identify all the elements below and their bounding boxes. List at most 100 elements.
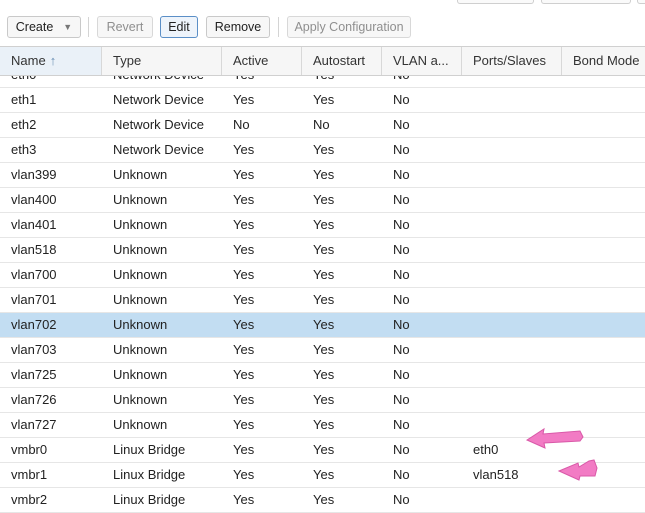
column-header-autostart[interactable]: Autostart bbox=[302, 47, 382, 75]
table-row[interactable]: vlan700 Unknown Yes Yes No bbox=[0, 263, 645, 288]
cell-bond bbox=[562, 213, 645, 237]
cell-type: Unknown bbox=[113, 242, 168, 257]
column-header-active[interactable]: Active bbox=[222, 47, 302, 75]
apply-configuration-label: Apply Configuration bbox=[294, 20, 404, 34]
cell-bond bbox=[562, 163, 645, 187]
table-row[interactable]: vlan400 Unknown Yes Yes No bbox=[0, 188, 645, 213]
cell-active: Yes bbox=[233, 142, 255, 157]
table-row[interactable]: vlan399 Unknown Yes Yes No bbox=[0, 163, 645, 188]
cell-name: vmbr0 bbox=[11, 442, 48, 457]
cell-name: vlan727 bbox=[11, 417, 57, 432]
cell-bond bbox=[562, 338, 645, 362]
cell-type: Linux Bridge bbox=[113, 492, 186, 507]
column-header-label: Type bbox=[113, 53, 142, 68]
table-row[interactable]: eth1 Network Device Yes Yes No bbox=[0, 88, 645, 113]
cell-bond bbox=[562, 188, 645, 212]
cell-active: Yes bbox=[233, 292, 255, 307]
column-header-name[interactable]: Name ↑ bbox=[0, 47, 102, 75]
revert-button[interactable]: Revert bbox=[97, 16, 153, 38]
cell-name: vlan400 bbox=[11, 192, 57, 207]
cell-ports bbox=[462, 288, 562, 312]
cell-type: Network Device bbox=[102, 76, 222, 87]
cell-ports bbox=[462, 213, 562, 237]
cell-active: Yes bbox=[233, 192, 255, 207]
cell-type: Network Device bbox=[113, 117, 205, 132]
table-row[interactable]: vlan701 Unknown Yes Yes No bbox=[0, 288, 645, 313]
top-tab-fragment bbox=[637, 0, 645, 4]
table-row[interactable]: vlan725 Unknown Yes Yes No bbox=[0, 363, 645, 388]
cell-bond bbox=[562, 138, 645, 162]
cell-bond bbox=[562, 238, 645, 262]
cell-vlan: No bbox=[393, 117, 410, 132]
revert-label: Revert bbox=[106, 20, 144, 34]
column-header-type[interactable]: Type bbox=[102, 47, 222, 75]
cell-vlan: No bbox=[393, 267, 410, 282]
cell-ports bbox=[462, 388, 562, 412]
cell-type: Network Device bbox=[113, 92, 205, 107]
cell-ports bbox=[462, 88, 562, 112]
column-header-label: Active bbox=[233, 53, 269, 68]
cell-autostart: Yes bbox=[313, 267, 335, 282]
cell-autostart: Yes bbox=[313, 392, 335, 407]
cell-autostart: Yes bbox=[313, 92, 335, 107]
toolbar: Create ▼ Revert Edit Remove Apply Configu… bbox=[0, 6, 645, 42]
cell-active: Yes bbox=[233, 217, 255, 232]
table-row[interactable]: vlan518 Unknown Yes Yes No bbox=[0, 238, 645, 263]
cell-name: vlan726 bbox=[11, 392, 57, 407]
cell-type: Unknown bbox=[113, 167, 168, 182]
cell-vlan: No bbox=[393, 467, 410, 482]
table-row[interactable]: eth2 Network Device No No No bbox=[0, 113, 645, 138]
table-row[interactable]: vmbr1 Linux Bridge Yes Yes No vlan518 bbox=[0, 463, 645, 488]
cell-active: Yes bbox=[233, 242, 255, 257]
cell-vlan: No bbox=[393, 217, 410, 232]
cell-name: vlan399 bbox=[11, 167, 57, 182]
column-header-label: Name bbox=[11, 53, 46, 68]
cell-active: No bbox=[233, 117, 250, 132]
cell-active: Yes bbox=[233, 267, 255, 282]
cell-ports bbox=[462, 313, 562, 337]
cell-ports bbox=[462, 488, 562, 512]
cell-vlan: No bbox=[393, 442, 410, 457]
cell-bond bbox=[562, 313, 645, 337]
cell-active: Yes bbox=[222, 76, 302, 87]
cell-type: Network Device bbox=[113, 142, 205, 157]
table-row[interactable]: eth3 Network Device Yes Yes No bbox=[0, 138, 645, 163]
cell-ports bbox=[462, 238, 562, 262]
cell-type: Unknown bbox=[113, 317, 168, 332]
cell-type: Linux Bridge bbox=[113, 442, 186, 457]
edit-button[interactable]: Edit bbox=[160, 16, 198, 38]
table-row[interactable]: vlan702 Unknown Yes Yes No bbox=[0, 313, 645, 338]
cell-ports bbox=[462, 363, 562, 387]
table-row[interactable]: eth0Network DeviceYesYesNo bbox=[0, 76, 645, 88]
column-header-ports-slaves[interactable]: Ports/Slaves bbox=[462, 47, 562, 75]
cell-bond bbox=[562, 363, 645, 387]
column-header-bond-mode[interactable]: Bond Mode bbox=[562, 47, 645, 75]
cell-type: Unknown bbox=[113, 367, 168, 382]
create-label: Create bbox=[15, 20, 54, 34]
create-button[interactable]: Create ▼ bbox=[7, 16, 81, 38]
cell-bond bbox=[562, 388, 645, 412]
cell-bond bbox=[562, 288, 645, 312]
cell-active: Yes bbox=[233, 317, 255, 332]
remove-button[interactable]: Remove bbox=[206, 16, 270, 38]
table-row[interactable]: vmbr2 Linux Bridge Yes Yes No bbox=[0, 488, 645, 513]
table-row[interactable]: vlan726 Unknown Yes Yes No bbox=[0, 388, 645, 413]
cell-autostart: Yes bbox=[313, 467, 335, 482]
cell-vlan: No bbox=[393, 492, 410, 507]
column-header-vlan-aware[interactable]: VLAN a... bbox=[382, 47, 462, 75]
cell-ports bbox=[462, 138, 562, 162]
cell-name: vlan702 bbox=[11, 317, 57, 332]
cell-vlan: No bbox=[393, 342, 410, 357]
grid-header: Name ↑ Type Active Autostart VLAN a... Po… bbox=[0, 46, 645, 76]
cell-bond bbox=[562, 88, 645, 112]
cell-vlan: No bbox=[393, 142, 410, 157]
table-row[interactable]: vlan703 Unknown Yes Yes No bbox=[0, 338, 645, 363]
cell-ports: vlan518 bbox=[473, 467, 519, 482]
cell-active: Yes bbox=[233, 392, 255, 407]
cell-type: Unknown bbox=[113, 292, 168, 307]
apply-configuration-button[interactable]: Apply Configuration bbox=[287, 16, 411, 38]
table-row[interactable]: vlan401 Unknown Yes Yes No bbox=[0, 213, 645, 238]
cell-vlan: No bbox=[393, 167, 410, 182]
cell-active: Yes bbox=[233, 167, 255, 182]
cell-name: vlan700 bbox=[11, 267, 57, 282]
